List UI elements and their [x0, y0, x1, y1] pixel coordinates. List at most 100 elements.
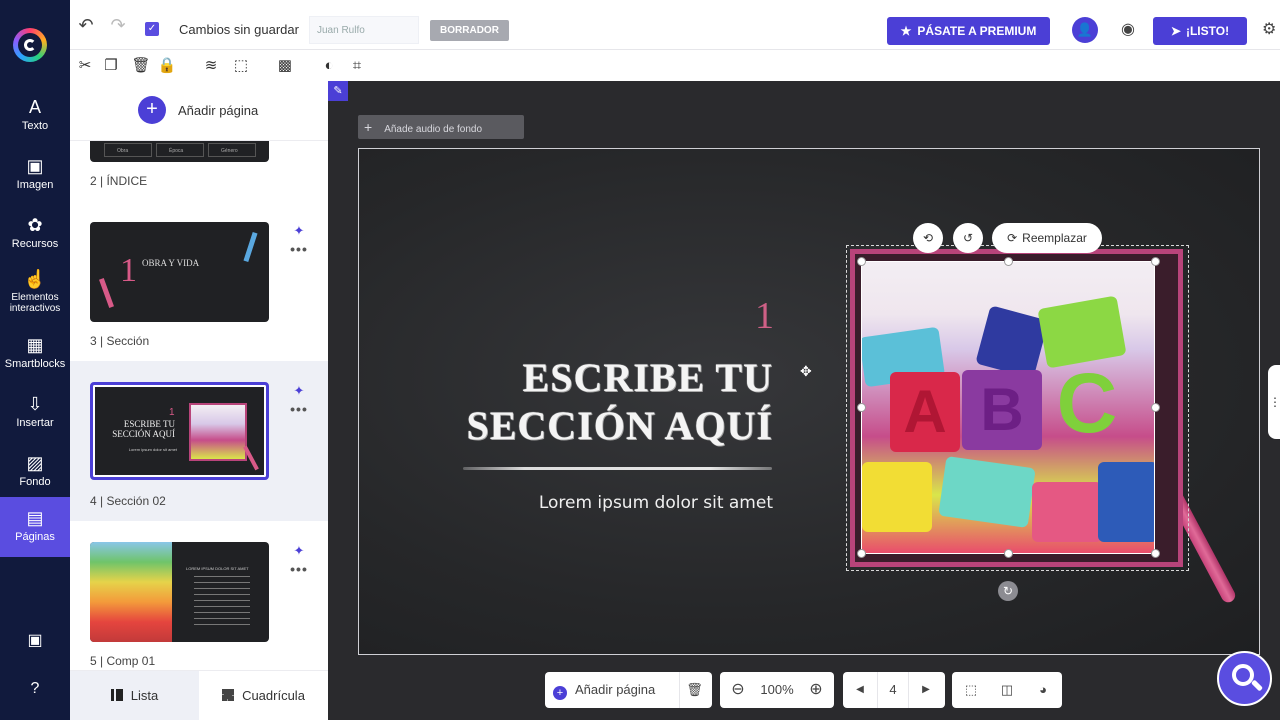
edit-toolbar: ✂ ❐ 🗑 🔒 ≋ ⬚ ▩ ◐ ⌗ — [70, 50, 1280, 81]
move-icon[interactable]: ✥ — [800, 363, 812, 380]
more-options-icon[interactable]: ••• — [290, 401, 308, 417]
rail-label: Insertar — [16, 417, 54, 429]
page-thumbnail[interactable]: 1 OBRA Y VIDA — [90, 222, 269, 322]
compare-icon[interactable]: ◫ — [992, 672, 1022, 708]
resize-handle[interactable] — [1151, 403, 1160, 412]
resize-handle[interactable] — [857, 403, 866, 412]
resize-handle[interactable] — [1004, 549, 1013, 558]
next-page-icon[interactable]: ▶ — [913, 672, 939, 708]
slide-canvas[interactable]: 1 ESCRIBE TU SECCIÓN AQUÍ Lorem ipsum do… — [358, 148, 1260, 655]
rail-item-smartblocks[interactable]: ▦ Smartblocks — [0, 328, 70, 384]
palette-icon[interactable]: ◕ — [1028, 672, 1058, 708]
list-icon — [110, 689, 123, 701]
briefcase-icon[interactable]: ▣ — [22, 628, 48, 654]
crop-icon[interactable]: ⌗ — [347, 56, 367, 76]
author-field[interactable]: Juan Rulfo — [309, 16, 419, 44]
pin-icon[interactable]: ✎ — [328, 81, 348, 101]
fit-icon[interactable]: ⬚ — [231, 56, 251, 76]
delete-page-icon[interactable]: 🗑 — [679, 672, 709, 708]
page-row-2[interactable]: Obra Época Género 2 | ÍNDICE — [70, 141, 328, 201]
add-user-icon[interactable]: 👤 — [1072, 17, 1098, 43]
preview-eye-icon[interactable]: ◉ — [1117, 19, 1139, 41]
section-number[interactable]: 1 — [755, 294, 774, 338]
reset-tool-icon[interactable]: ↺ — [953, 223, 983, 253]
bottom-add-page-button[interactable]: + Añadir página — [553, 672, 673, 708]
rail-item-recursos[interactable]: ✿ Recursos — [0, 208, 70, 264]
prev-page-icon[interactable]: ◀ — [847, 672, 873, 708]
page-label: 2 | ÍNDICE — [90, 174, 148, 188]
add-audio-button[interactable]: + Añade audio de fondo — [358, 115, 524, 139]
selected-image[interactable]: A B C — [861, 261, 1155, 554]
left-rail: A Texto ▣ Imagen ✿ Recursos ☝ Elementos … — [0, 0, 70, 720]
top-bar: ↶ ↷ ✓ Cambios sin guardar Juan Rulfo BOR… — [70, 0, 1280, 50]
thumb-number: 1 — [169, 407, 175, 418]
rail-label: Imagen — [16, 179, 54, 191]
checkbox-icon[interactable]: ✓ — [145, 22, 159, 36]
resize-handle[interactable] — [857, 549, 866, 558]
fit-screen-icon[interactable]: ⬚ — [956, 672, 986, 708]
redo-icon[interactable]: ↷ — [107, 14, 129, 36]
duplicate-icon[interactable]: ❐ — [101, 56, 121, 76]
replace-label: Reemplazar — [1022, 231, 1087, 245]
undo-icon[interactable]: ↶ — [75, 14, 97, 36]
rail-item-elementos-interactivos[interactable]: ☝ Elementos interactivos — [0, 262, 70, 324]
zoom-out-icon[interactable]: ⊖ — [724, 672, 752, 708]
tab-cuadricula[interactable]: Cuadrícula — [199, 671, 328, 720]
rail-item-texto[interactable]: A Texto — [0, 90, 70, 146]
rail-item-imagen[interactable]: ▣ Imagen — [0, 149, 70, 205]
thumb-title: OBRA Y VIDA — [142, 258, 200, 268]
side-panel-toggle[interactable]: ⋮ — [1268, 365, 1280, 439]
resize-handle[interactable] — [1151, 257, 1160, 266]
photo-letter-b: B — [962, 370, 1042, 450]
add-page-label: Añadir página — [178, 103, 259, 118]
page-thumbnail[interactable]: Obra Época Género — [90, 141, 269, 162]
crop-tool-icon[interactable]: ⟲ — [913, 223, 943, 253]
photo-block — [1032, 482, 1102, 542]
page-row-5[interactable]: LOREM IPSUM DOLOR SIT AMET ✦ ••• 5 | Com… — [70, 521, 328, 670]
app-logo[interactable] — [13, 28, 47, 62]
page-label: 4 | Sección 02 — [90, 494, 166, 508]
rail-label: Recursos — [11, 238, 59, 250]
section-title[interactable]: ESCRIBE TU SECCIÓN AQUÍ — [466, 354, 773, 450]
magic-wand-icon[interactable]: ✦ — [290, 383, 308, 399]
magic-wand-icon[interactable]: ✦ — [290, 223, 308, 239]
current-page[interactable]: 4 — [877, 672, 909, 708]
magic-wand-icon[interactable]: ✦ — [290, 543, 308, 559]
search-button[interactable] — [1217, 651, 1272, 706]
resize-handle[interactable] — [857, 257, 866, 266]
cut-icon[interactable]: ✂ — [75, 56, 95, 76]
rotate-handle-icon[interactable]: ↻ — [998, 581, 1018, 601]
done-button[interactable]: ➤ ¡LISTO! — [1153, 17, 1247, 45]
rail-label: Texto — [21, 120, 49, 132]
text-icon: A — [28, 97, 41, 117]
trash-icon[interactable]: 🗑 — [131, 56, 151, 76]
filter-icon[interactable]: ◐ — [319, 56, 339, 76]
gear-icon[interactable]: ⚙ — [1262, 19, 1280, 41]
rail-item-fondo[interactable]: ▨ Fondo — [0, 446, 70, 502]
rail-item-insertar[interactable]: ⇩ Insertar — [0, 387, 70, 443]
section-subtitle[interactable]: Lorem ipsum dolor sit amet — [539, 493, 773, 513]
thumb-list-lines — [194, 576, 250, 626]
more-options-icon[interactable]: ••• — [290, 241, 308, 257]
replace-image-button[interactable]: ⟳ Reemplazar — [992, 223, 1102, 253]
page-thumbnail-selected[interactable]: 1 ESCRIBE TU SECCIÓN AQUÍ Lorem ipsum do… — [90, 382, 269, 480]
draft-badge[interactable]: BORRADOR — [430, 20, 509, 41]
page-label: 3 | Sección — [90, 334, 150, 348]
transparency-icon[interactable]: ▩ — [275, 56, 295, 76]
chalk-underline[interactable] — [463, 467, 772, 470]
premium-button[interactable]: ★ PÁSATE A PREMIUM — [887, 17, 1050, 45]
resize-handle[interactable] — [1004, 257, 1013, 266]
page-thumbnail[interactable]: LOREM IPSUM DOLOR SIT AMET — [90, 542, 269, 642]
help-icon[interactable]: ? — [22, 676, 48, 702]
rail-label: Fondo — [19, 476, 51, 488]
layers-icon[interactable]: ≋ — [201, 56, 221, 76]
page-row-3[interactable]: 1 OBRA Y VIDA ✦ ••• 3 | Sección — [70, 201, 328, 361]
more-options-icon[interactable]: ••• — [290, 561, 308, 577]
rail-item-paginas[interactable]: ▤ Páginas — [0, 497, 70, 557]
resize-handle[interactable] — [1151, 549, 1160, 558]
zoom-in-icon[interactable]: ⊕ — [802, 672, 830, 708]
tab-lista[interactable]: Lista — [70, 671, 199, 720]
page-row-4[interactable]: 1 ESCRIBE TU SECCIÓN AQUÍ Lorem ipsum do… — [70, 361, 328, 521]
lock-icon[interactable]: 🔒 — [157, 56, 177, 76]
thumb-index-cell: Obra — [104, 143, 152, 157]
